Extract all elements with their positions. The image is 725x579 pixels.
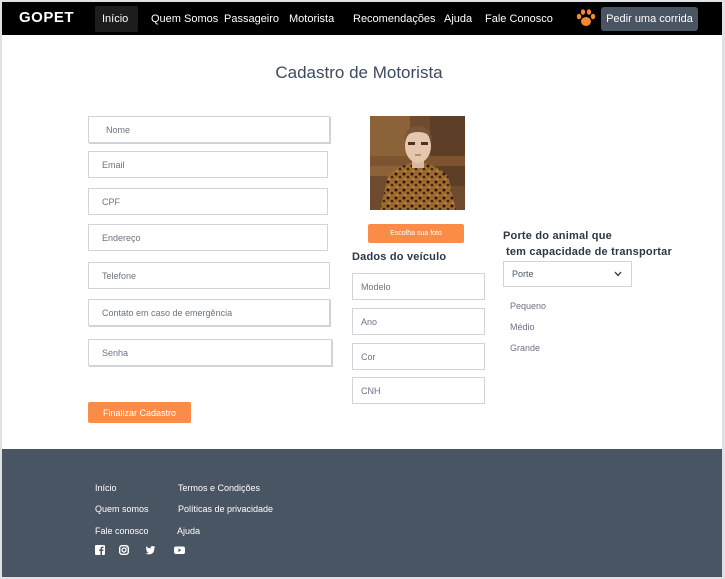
option-small[interactable]: Pequeno	[510, 301, 546, 311]
page-title: Cadastro de Motorista	[275, 63, 443, 82]
model-input[interactable]: Modelo	[352, 273, 485, 300]
twitter-icon[interactable]	[145, 545, 156, 555]
nav-item-passageiro[interactable]: Passageiro	[224, 13, 279, 25]
option-medium[interactable]: Médio	[510, 322, 535, 332]
nav-item-fale-conosco[interactable]: Fale Conosco	[485, 13, 553, 25]
color-input[interactable]: Cor	[352, 343, 485, 370]
footer-link-termos[interactable]: Termos e Condições	[178, 483, 260, 493]
footer: Início Quem somos Fale conosco Termos e …	[2, 449, 722, 577]
animal-size-select-value: Porte	[512, 269, 534, 279]
vehicle-section-title: Dados do veículo	[352, 251, 447, 263]
animal-size-select[interactable]: Porte	[503, 261, 632, 287]
youtube-icon[interactable]	[174, 545, 185, 555]
submit-registration-button[interactable]: Finalizar Cadastro	[88, 402, 191, 423]
brand-logo[interactable]: GOPET	[19, 9, 74, 26]
emergency-contact-input[interactable]: Contato em caso de emergência	[88, 299, 330, 326]
choose-photo-button[interactable]: Escolha sua foto	[368, 224, 464, 243]
facebook-icon[interactable]	[95, 545, 106, 555]
paw-icon	[576, 9, 596, 26]
driver-photo-image	[370, 116, 465, 210]
nav-item-quem-somos[interactable]: Quem Somos	[151, 13, 218, 25]
nav-item-recomendacoes[interactable]: Recomendações	[353, 13, 436, 25]
nav-item-inicio[interactable]: Início	[102, 13, 128, 25]
driver-photo	[370, 116, 465, 210]
address-input[interactable]: Endereço	[88, 224, 328, 251]
cnh-input[interactable]: CNH	[352, 377, 485, 404]
page: GOPET Início Quem Somos Passageiro Motor…	[2, 2, 722, 577]
footer-link-ajuda[interactable]: Ajuda	[177, 526, 200, 536]
animal-size-title-line1: Porte do animal que	[503, 230, 612, 242]
footer-link-fale-conosco[interactable]: Fale conosco	[95, 526, 149, 536]
navbar: GOPET Início Quem Somos Passageiro Motor…	[2, 2, 722, 35]
option-large[interactable]: Grande	[510, 343, 540, 353]
phone-input[interactable]: Telefone	[88, 262, 330, 289]
instagram-icon[interactable]	[119, 545, 130, 555]
nav-item-motorista[interactable]: Motorista	[289, 13, 334, 25]
password-input[interactable]: Senha	[88, 339, 332, 366]
footer-link-inicio[interactable]: Início	[95, 483, 117, 493]
ride-request-button[interactable]: Pedir uma corrida	[601, 7, 698, 31]
cpf-input[interactable]: CPF	[88, 188, 328, 215]
footer-link-quem-somos[interactable]: Quem somos	[95, 504, 149, 514]
animal-size-title-line2: tem capacidade de transportar	[506, 246, 672, 258]
nav-item-ajuda[interactable]: Ajuda	[444, 13, 472, 25]
email-input[interactable]: Email	[88, 151, 328, 178]
year-input[interactable]: Ano	[352, 308, 485, 335]
footer-link-privacidade[interactable]: Políticas de privacidade	[178, 504, 273, 514]
chevron-down-icon	[614, 271, 622, 277]
animal-size-title: Porte do animal que tem capacidade de tr…	[503, 228, 672, 260]
name-input[interactable]: Nome	[88, 116, 330, 143]
